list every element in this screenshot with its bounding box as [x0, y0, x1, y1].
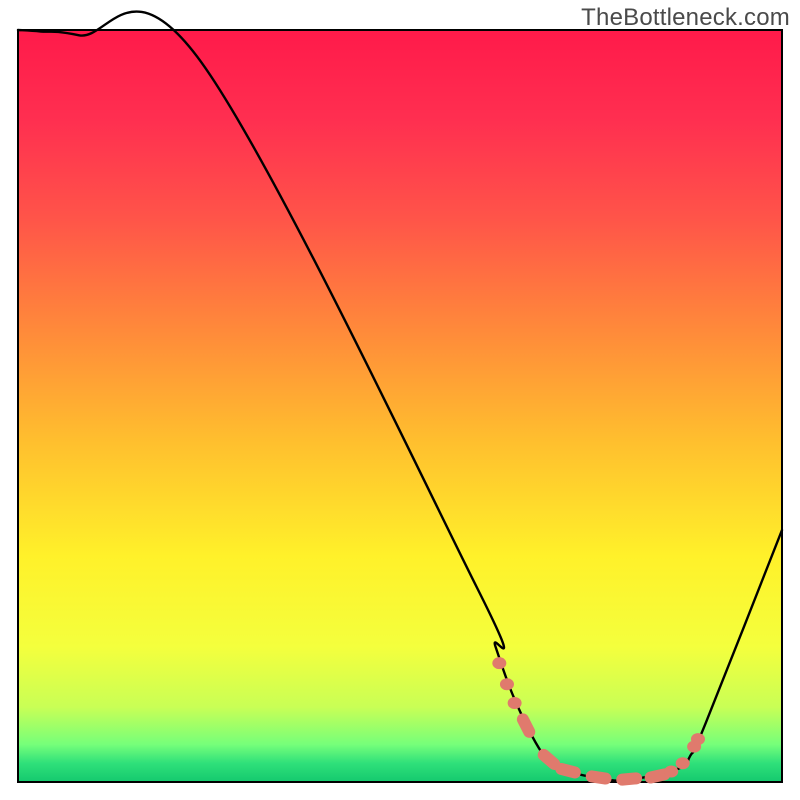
watermark-text: TheBottleneck.com	[581, 4, 790, 32]
bottleneck-chart	[0, 0, 800, 800]
marker-dot	[691, 733, 705, 745]
marker-dot	[500, 678, 514, 690]
marker-dot	[664, 765, 678, 777]
marker-dot	[676, 757, 690, 769]
marker-dot	[508, 697, 522, 709]
marker-dot	[492, 657, 506, 669]
chart-container: TheBottleneck.com	[0, 0, 800, 800]
plot-background	[18, 30, 782, 782]
